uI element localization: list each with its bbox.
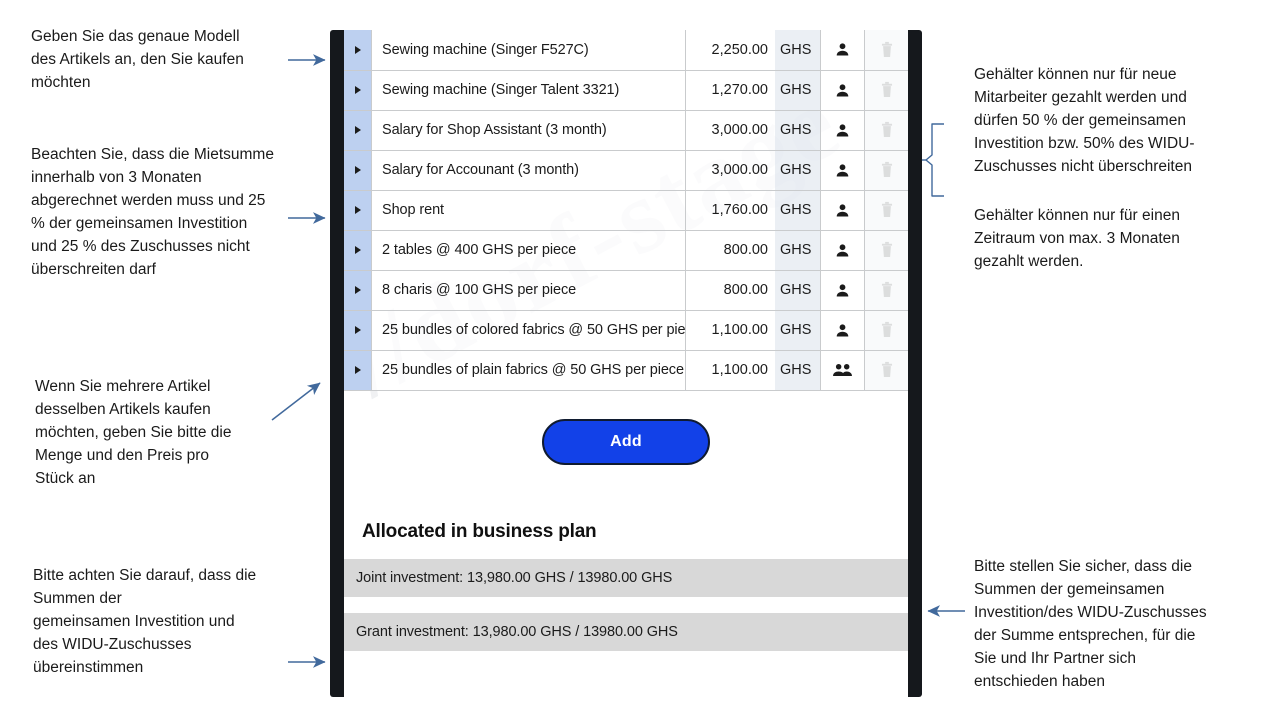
table-row[interactable]: Shop rent 1,760.00 GHS	[344, 190, 908, 231]
device-frame: //dorf-stage Sewing machine (Singer F527…	[330, 30, 922, 697]
row-owner-person-icon[interactable]	[820, 310, 865, 351]
chevron-right-icon	[354, 126, 361, 134]
row-currency: GHS	[775, 190, 821, 231]
row-owner-person-icon[interactable]	[820, 150, 865, 191]
row-label: Sewing machine (Singer Talent 3321)	[371, 70, 686, 111]
chevron-right-icon	[354, 246, 361, 254]
annotation-quantity-hint: Wenn Sie mehrere Artikel desselben Artik…	[35, 378, 232, 487]
row-currency: GHS	[775, 70, 821, 111]
row-owner-person-icon[interactable]	[820, 190, 865, 231]
allocated-section-title: Allocated in business plan	[362, 520, 597, 542]
row-label: 2 tables @ 400 GHS per piece	[371, 230, 686, 271]
row-label: Sewing machine (Singer F527C)	[371, 30, 686, 71]
annotation-sums-match: Bitte achten Sie darauf, dass die Summen…	[33, 567, 257, 676]
row-owner-person-icon[interactable]	[820, 270, 865, 311]
row-label: Shop rent	[371, 190, 686, 231]
row-label: Salary for Shop Assistant (3 month)	[371, 110, 686, 151]
row-delete-button[interactable]	[864, 350, 908, 391]
row-expand-cell[interactable]	[344, 110, 372, 151]
row-amount: 1,100.00	[685, 310, 775, 351]
chevron-right-icon	[354, 326, 361, 334]
investment-items-body: Sewing machine (Singer F527C) 2,250.00 GHS…	[344, 30, 908, 391]
row-currency: GHS	[775, 110, 821, 151]
chevron-right-icon	[354, 45, 361, 54]
row-currency: GHS	[775, 30, 821, 71]
row-amount: 3,000.00	[685, 110, 775, 151]
annotation-rent-rule: Beachten Sie, dass die Mietsumme innerha…	[31, 146, 274, 278]
row-currency: GHS	[775, 270, 821, 311]
add-button-zone: Add	[344, 391, 908, 493]
chevron-right-icon	[354, 206, 361, 214]
row-currency: GHS	[775, 230, 821, 271]
row-currency: GHS	[775, 150, 821, 191]
table-row[interactable]: 8 charis @ 100 GHS per piece 800.00 GHS	[344, 270, 908, 311]
table-row[interactable]: Sewing machine (Singer F527C) 2,250.00 GHS	[344, 30, 908, 71]
row-amount: 2,250.00	[685, 30, 775, 71]
row-delete-button[interactable]	[864, 110, 908, 151]
annotation-confirm-sums: Bitte stellen Sie sicher, dass die Summe…	[974, 558, 1207, 690]
row-expand-cell[interactable]	[344, 30, 372, 71]
joint-investment-row: Joint investment: 13,980.00 GHS / 13980.…	[344, 558, 908, 597]
annotation-salary-limit: Gehälter können nur für neue Mitarbeiter…	[974, 66, 1195, 175]
row-owner-person-icon[interactable]	[820, 230, 865, 271]
row-amount: 1,270.00	[685, 70, 775, 111]
row-amount: 800.00	[685, 230, 775, 271]
row-currency: GHS	[775, 310, 821, 351]
row-delete-button[interactable]	[864, 310, 908, 351]
table-row[interactable]: 25 bundles of colored fabrics @ 50 GHS p…	[344, 310, 908, 351]
table-row[interactable]: Salary for Shop Assistant (3 month) 3,000…	[344, 110, 908, 151]
table-row[interactable]: 2 tables @ 400 GHS per piece 800.00 GHS	[344, 230, 908, 271]
row-owner-person-icon[interactable]	[820, 70, 865, 111]
chevron-right-icon	[354, 286, 361, 294]
row-delete-button[interactable]	[864, 30, 908, 71]
row-currency: GHS	[775, 350, 821, 391]
row-delete-button[interactable]	[864, 270, 908, 311]
row-amount: 800.00	[685, 270, 775, 311]
row-label: 8 charis @ 100 GHS per piece	[371, 270, 686, 311]
row-expand-cell[interactable]	[344, 190, 372, 231]
chevron-right-icon	[354, 86, 361, 94]
row-amount: 3,000.00	[685, 150, 775, 191]
row-expand-cell[interactable]	[344, 70, 372, 111]
row-amount: 1,100.00	[685, 350, 775, 391]
row-owner-person-icon[interactable]	[820, 30, 865, 71]
row-label: 25 bundles of colored fabrics @ 50 GHS p…	[371, 310, 686, 351]
salary-bracket	[925, 123, 944, 197]
table-row[interactable]: Salary for Accounant (3 month) 3,000.00 GH…	[344, 150, 908, 191]
table-row[interactable]: Sewing machine (Singer Talent 3321) 1,270…	[344, 70, 908, 111]
row-delete-button[interactable]	[864, 190, 908, 231]
chevron-right-icon	[354, 166, 361, 174]
add-button[interactable]: Add	[542, 418, 710, 465]
grant-investment-row: Grant investment: 13,980.00 GHS / 13980.…	[344, 612, 908, 651]
annotation-salary-duration: Gehälter können nur für einen Zeitraum v…	[974, 207, 1180, 270]
app-screen: //dorf-stage Sewing machine (Singer F527…	[344, 30, 908, 697]
row-expand-cell[interactable]	[344, 270, 372, 311]
chevron-right-icon	[354, 366, 361, 374]
row-owner-people-icon[interactable]	[820, 350, 865, 391]
row-label: 25 bundles of plain fabrics @ 50 GHS per…	[371, 350, 686, 391]
row-delete-button[interactable]	[864, 150, 908, 191]
table-row[interactable]: 25 bundles of plain fabrics @ 50 GHS per…	[344, 350, 908, 391]
row-amount: 1,760.00	[685, 190, 775, 231]
investment-items-table: Sewing machine (Singer F527C) 2,250.00 GHS…	[344, 30, 908, 391]
row-expand-cell[interactable]	[344, 310, 372, 351]
annotation-exact-model: Geben Sie das genaue Modell des Artikels…	[31, 28, 244, 91]
row-expand-cell[interactable]	[344, 230, 372, 271]
row-label: Salary for Accounant (3 month)	[371, 150, 686, 191]
allocated-row-gap	[344, 596, 908, 613]
row-delete-button[interactable]	[864, 70, 908, 111]
row-delete-button[interactable]	[864, 230, 908, 271]
row-expand-cell[interactable]	[344, 350, 372, 391]
row-expand-cell[interactable]	[344, 150, 372, 191]
row-owner-person-icon[interactable]	[820, 110, 865, 151]
